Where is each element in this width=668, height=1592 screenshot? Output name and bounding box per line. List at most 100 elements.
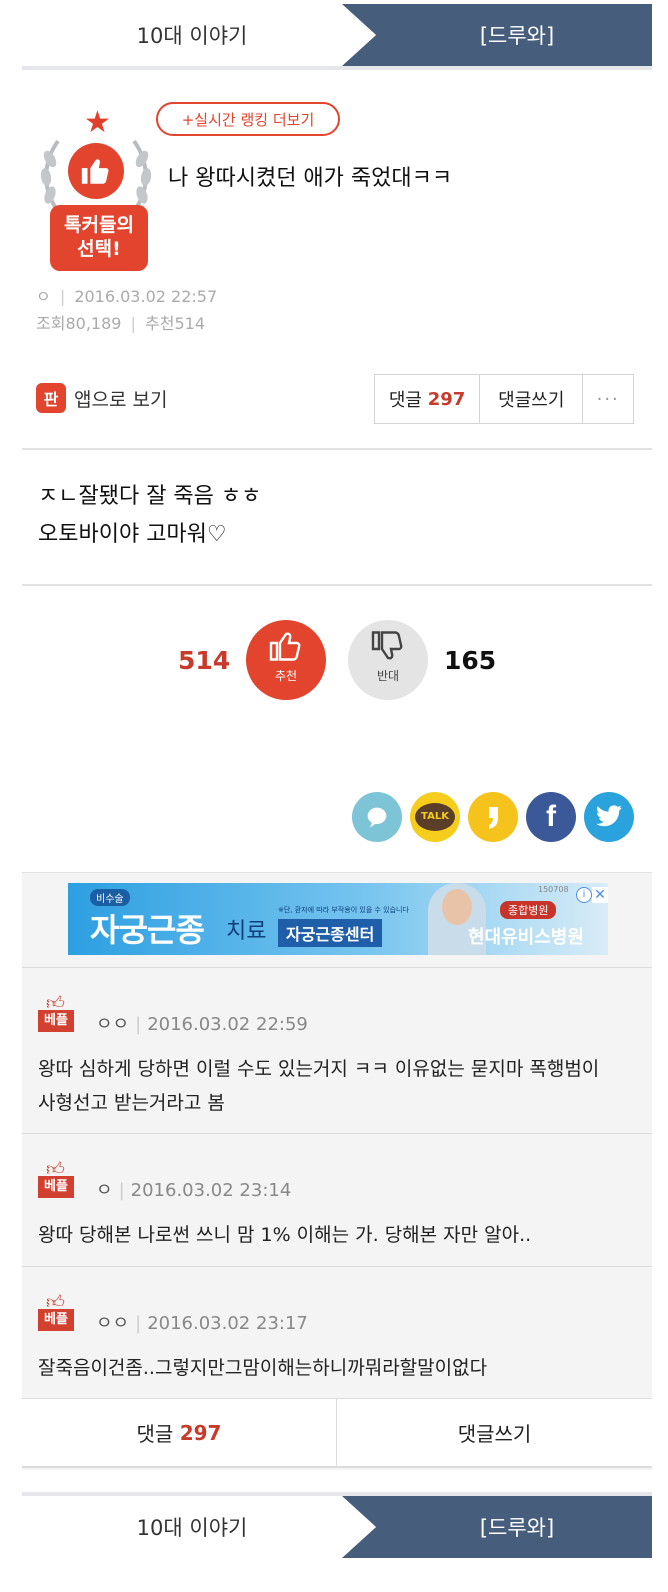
badge-line-1: 톡커들의 <box>64 214 134 236</box>
open-in-app-link[interactable]: 판 앱으로 보기 <box>36 382 167 414</box>
thumbs-up-icon <box>269 632 301 661</box>
comments-count: 297 <box>427 388 466 410</box>
realtime-ranking-button[interactable]: +실시간 랭킹 더보기 <box>156 102 340 136</box>
views-label: 조회 <box>36 314 66 333</box>
comments-count: 297 <box>179 1420 222 1445</box>
thumbs-down-icon <box>371 631 403 660</box>
open-in-app-label: 앱으로 보기 <box>74 388 168 411</box>
comment-date: 2016.03.02 23:17 <box>147 1313 308 1334</box>
comment-text: 왕따 심하게 당하면 이럴 수도 있는거지 ㅋㅋ 이유없는 묻지마 폭행범이 사… <box>38 1052 648 1120</box>
comment-text: 왕따 당해본 나로썬 쓰니 맘 1% 이해는 가. 당해본 자만 알아.. <box>38 1218 648 1252</box>
divider <box>22 584 652 586</box>
post-body-line: 오토바이야 고마워♡ <box>38 522 227 547</box>
write-comment-button[interactable]: 댓글쓰기 <box>480 375 584 423</box>
comment-date: 2016.03.02 23:14 <box>130 1180 292 1201</box>
post-action-group: 댓글 297 댓글쓰기 ··· <box>374 374 634 424</box>
comment-line: 잘죽음이건좀..그렇지만그맘이해는하니까뭐라할말이없다 <box>38 1357 488 1379</box>
comment-text: 잘죽음이건좀..그렇지만그맘이해는하니까뭐라할말이없다 <box>38 1351 648 1385</box>
post-body-line: ㅈㄴ잘됐다 잘 죽음 ㅎㅎ <box>38 484 262 509</box>
badge-label: 톡커들의 선택! <box>50 205 148 271</box>
comments-label: 댓글 <box>136 1422 174 1446</box>
tab-divider <box>22 66 652 70</box>
comment-item: 👍︎ 베플 ㅇㅇ | 2016.03.02 22:59 왕따 심하게 당하면 이럴 … <box>22 967 652 1133</box>
comments-label: 댓글 <box>388 390 422 411</box>
recommend-label: 추천 <box>145 314 175 333</box>
pann-app-icon: 판 <box>36 383 66 413</box>
thumbs-up-icon <box>68 143 124 199</box>
comments-button[interactable]: 댓글 297 <box>375 375 481 423</box>
badge-line-2: 선택! <box>77 238 121 260</box>
ad-tag: 비수술 <box>90 889 130 906</box>
comments-section: 비수술 자궁근종 치료 ※단, 환자에 따라 부작용이 있을 수 있습니다 자궁… <box>22 872 652 1470</box>
best-comment-badge: 👍︎ 베플 <box>38 1291 74 1331</box>
upvote-count: 514 <box>178 646 231 675</box>
ad-banner[interactable]: 비수술 자궁근종 치료 ※단, 환자에 따라 부작용이 있을 수 있습니다 자궁… <box>68 883 608 955</box>
comment-meta: ㅇㅇ | 2016.03.02 23:17 <box>96 1309 308 1335</box>
share-bar: TALK f <box>352 792 634 842</box>
best-comment-badge: 👍︎ 베플 <box>38 1158 74 1198</box>
divider <box>22 448 652 450</box>
ad-info-icon[interactable]: i <box>576 887 592 903</box>
facebook-icon[interactable]: f <box>526 792 576 842</box>
comment-bubble-icon[interactable] <box>352 792 402 842</box>
ad-disclaimer: ※단, 환자에 따라 부작용이 있을 수 있습니다 <box>278 906 409 914</box>
bottom-comments-button[interactable]: 댓글 297 <box>22 1399 337 1466</box>
downvote-count: 165 <box>444 646 497 675</box>
comment-author[interactable]: ㅇㅇ <box>96 1014 129 1035</box>
more-options-icon[interactable]: ··· <box>583 375 633 423</box>
tab-10s-story[interactable]: 10대 이야기 <box>22 4 362 66</box>
twitter-icon[interactable] <box>584 792 634 842</box>
comment-item: 👍︎ 베플 ㅇㅇ | 2016.03.02 23:17 잘죽음이건좀..그렇지만그맘… <box>22 1266 652 1399</box>
comment-date: 2016.03.02 22:59 <box>147 1014 308 1035</box>
tab-come-in[interactable]: [드루와] <box>342 4 652 66</box>
talkers-choice-badge: ★ 톡커들의 선택! <box>38 105 154 271</box>
comment-line: 사형선고 받는거라고 봄 <box>38 1092 225 1114</box>
tab-come-in[interactable]: [드루와] <box>342 1496 652 1558</box>
meta-separator: | <box>118 1180 125 1201</box>
kakaostory-icon[interactable] <box>468 792 518 842</box>
post-date: 2016.03.02 22:57 <box>74 287 218 306</box>
comment-author[interactable]: ㅇㅇ <box>96 1313 129 1334</box>
meta-separator: | <box>135 1313 142 1334</box>
page: 10대 이야기 [드루와] ★ 톡커들의 선택! +실시간 랭킹 더보기 나 왕… <box>22 0 652 1592</box>
post-meta-stats: 조회80,189 | 추천514 <box>36 310 205 334</box>
ad-center-label: 자궁근종센터 <box>278 919 383 947</box>
best-comment-badge: 👍︎ 베플 <box>38 992 74 1032</box>
post-title: 나 왕따시켰던 애가 죽었대ㅋㅋ <box>168 166 453 191</box>
downvote-label: 반대 <box>376 669 400 683</box>
post-meta-author-date: ㅇ | 2016.03.02 22:57 <box>36 283 217 307</box>
tab-10s-story[interactable]: 10대 이야기 <box>22 1496 362 1558</box>
comment-meta: ㅇㅇ | 2016.03.02 22:59 <box>96 1010 308 1036</box>
recommend-count: 514 <box>174 314 206 333</box>
ad-subtitle: 치료 <box>226 919 267 944</box>
bottom-tab-bar: 10대 이야기 [드루와] <box>22 1492 652 1558</box>
best-label: 베플 <box>38 1010 74 1032</box>
bottom-write-comment-button[interactable]: 댓글쓰기 <box>337 1399 652 1466</box>
post-author[interactable]: ㅇ <box>36 287 51 306</box>
post-body: ㅈㄴ잘됐다 잘 죽음 ㅎㅎ 오토바이야 고마워♡ <box>38 478 261 554</box>
comment-item: 👍︎ 베플 ㅇ | 2016.03.02 23:14 왕따 당해본 나로썬 쓰니 맘… <box>22 1133 652 1266</box>
downvote-button[interactable]: 반대 <box>348 620 428 700</box>
views-count: 80,189 <box>65 314 122 333</box>
best-label: 베플 <box>38 1176 74 1198</box>
bottom-action-bar: 댓글 297 댓글쓰기 <box>22 1398 652 1468</box>
best-label: 베플 <box>38 1309 74 1331</box>
meta-separator: | <box>130 314 136 333</box>
comment-meta: ㅇ | 2016.03.02 23:14 <box>96 1176 291 1202</box>
top-tab-bar: 10대 이야기 [드루와] <box>22 4 652 70</box>
ad-hospital-tag: 종합병원 <box>500 901 557 919</box>
upvote-label: 추천 <box>274 669 298 683</box>
kakaotalk-label: TALK <box>415 803 455 831</box>
meta-separator: | <box>135 1014 142 1035</box>
vote-section: 514 추천 반대 165 <box>22 620 652 710</box>
comment-line: 왕따 당해본 나로썬 쓰니 맘 1% 이해는 가. 당해본 자만 알아.. <box>38 1224 532 1246</box>
ad-number: 150708 <box>538 885 569 894</box>
upvote-button[interactable]: 추천 <box>246 620 326 700</box>
meta-separator: | <box>59 287 66 306</box>
comment-line: 왕따 심하게 당하면 이럴 수도 있는거지 ㅋㅋ 이유없는 묻지마 폭행범이 <box>38 1058 600 1080</box>
ad-close-icon[interactable]: ✕ <box>592 887 608 903</box>
kakaotalk-icon[interactable]: TALK <box>410 792 460 842</box>
comment-author[interactable]: ㅇ <box>96 1180 113 1201</box>
ad-hospital-name: 현대유비스병원 <box>468 927 584 948</box>
ad-title: 자궁근종 <box>90 911 205 949</box>
